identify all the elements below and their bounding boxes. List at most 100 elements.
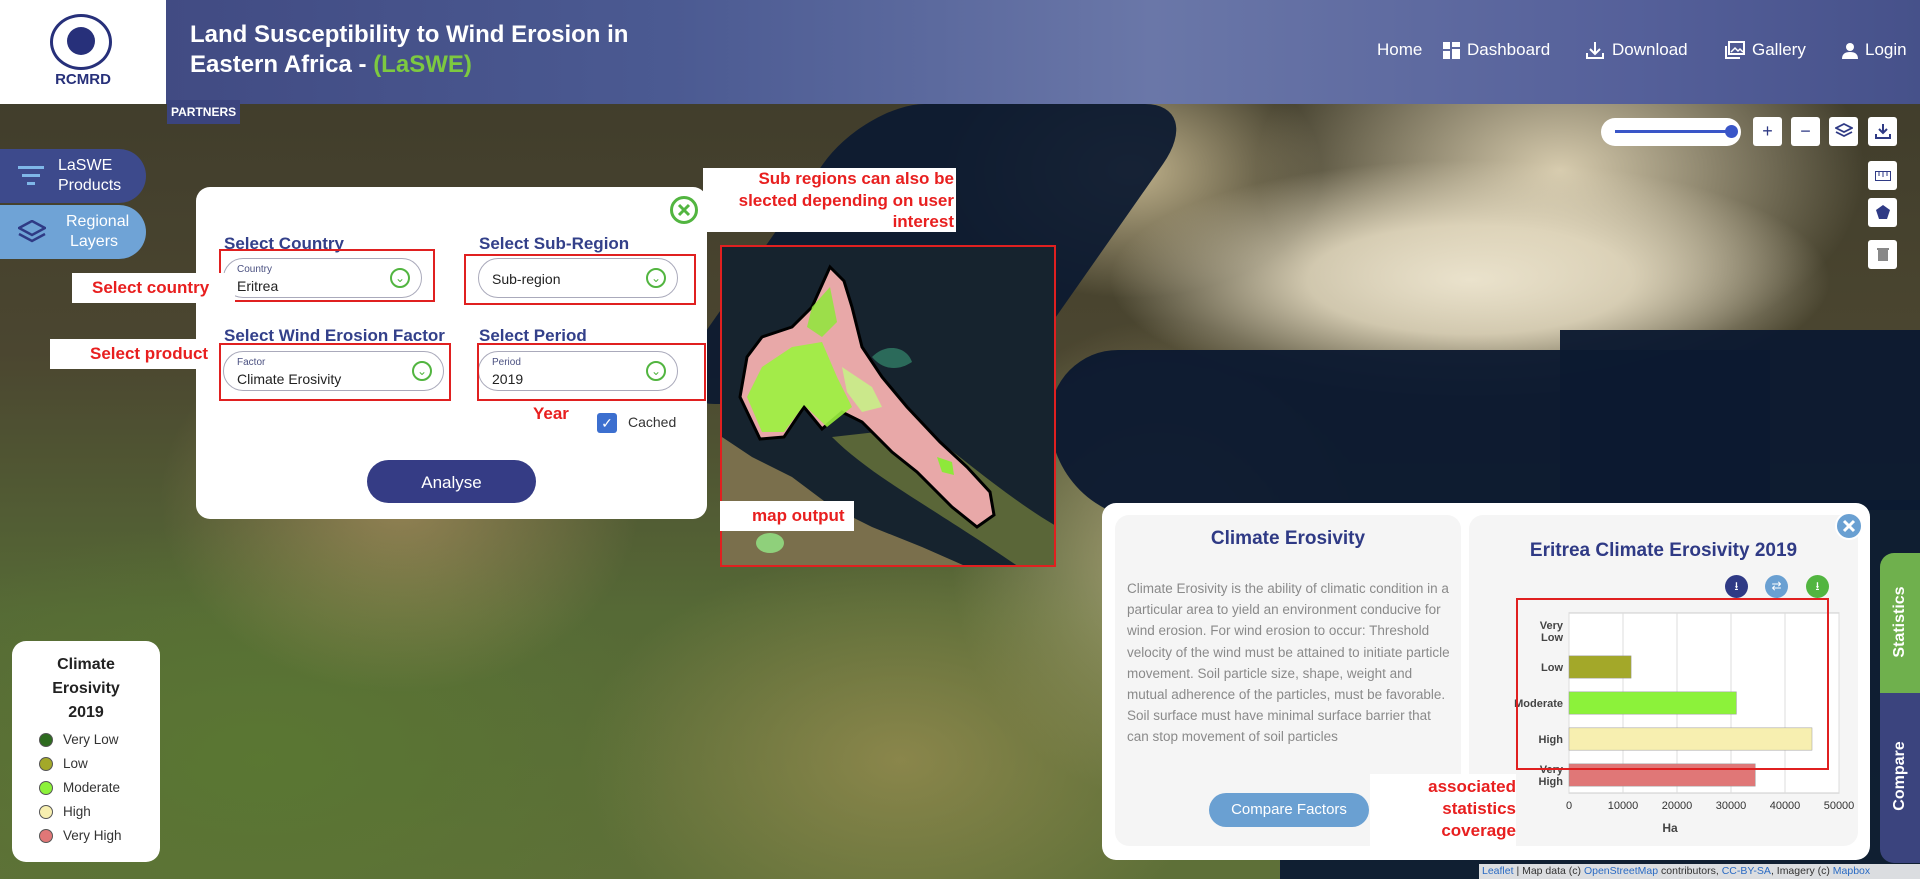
nav-dashboard-label: Dashboard: [1467, 40, 1551, 59]
legend-swatch: [39, 781, 53, 795]
attrib-text-1: | Map data (c): [1513, 865, 1584, 877]
x-tick-label: 20000: [1662, 800, 1693, 812]
subregion-note-line-3: interest: [892, 212, 954, 231]
download-icon: [1586, 41, 1604, 59]
draw-polygon-button[interactable]: [1868, 198, 1897, 227]
stats-note-line-3: coverage: [1441, 821, 1516, 840]
nav-gallery[interactable]: Gallery: [1725, 40, 1806, 60]
subregion-note-line-1: Sub regions can also be: [758, 169, 954, 188]
subregion-note-line-2: slected depending on user: [738, 190, 954, 210]
leaflet-link[interactable]: Leaflet: [1482, 865, 1514, 877]
zoom-in-button[interactable]: +: [1753, 117, 1782, 146]
annotation-year: Year: [533, 404, 569, 423]
download-icon: ⭳: [1734, 579, 1739, 593]
annotation-box-country: [219, 249, 435, 302]
minus-icon: −: [1800, 121, 1811, 141]
attrib-text-2: contributors,: [1658, 865, 1722, 877]
layers-control-button[interactable]: [1829, 117, 1858, 146]
nav-login[interactable]: Login: [1842, 40, 1907, 60]
legend-label: High: [63, 804, 91, 819]
laswe-products-label: LaSWE Products: [58, 156, 121, 196]
annotation-select-product: Select product: [50, 339, 216, 369]
x-tick-label: 10000: [1608, 800, 1639, 812]
title-accent: (LaSWE): [373, 51, 472, 78]
nav-home-label: Home: [1377, 40, 1423, 59]
nav-gallery-label: Gallery: [1752, 40, 1806, 59]
annotation-box-period: [477, 343, 706, 401]
regional-line-2: Layers: [70, 233, 119, 250]
nav-login-label: Login: [1865, 40, 1907, 59]
chart-download-button[interactable]: ⭳: [1725, 575, 1748, 598]
attrib-text-3: , Imagery (c): [1770, 865, 1833, 877]
annotation-select-country: Select country: [72, 273, 235, 303]
regional-line-1: Regional: [66, 213, 130, 230]
compare-factors-button[interactable]: Compare Factors: [1209, 793, 1369, 827]
delete-drawing-button[interactable]: [1868, 240, 1897, 269]
annotation-box-subregion: [464, 254, 696, 305]
measure-ruler-button[interactable]: [1868, 161, 1897, 190]
osm-link[interactable]: OpenStreetMap: [1584, 865, 1658, 877]
x-tick-label: 40000: [1770, 800, 1801, 812]
stats-note-line-2: statistics: [1442, 799, 1516, 818]
close-icon: [677, 203, 691, 217]
gallery-icon: [1725, 41, 1745, 59]
logo[interactable]: RCMRD: [0, 0, 166, 104]
slider-knob[interactable]: [1725, 125, 1738, 138]
title-prefix: Eastern Africa -: [190, 51, 374, 78]
x-axis-label: Ha: [1662, 821, 1678, 835]
user-icon: [1842, 42, 1858, 59]
check-icon: ✓: [601, 415, 613, 431]
close-icon: [1842, 519, 1856, 533]
nav-dashboard[interactable]: Dashboard: [1443, 40, 1550, 60]
legend-label: Very High: [63, 828, 122, 843]
legend-swatch: [39, 805, 53, 819]
opacity-slider[interactable]: [1601, 118, 1741, 146]
chart-swap-button[interactable]: ⇄: [1765, 575, 1788, 598]
legend-swatch: [39, 757, 53, 771]
legend-label: Very Low: [63, 732, 119, 747]
map-download-button[interactable]: [1868, 117, 1897, 146]
tab-compare-label: Compare: [1891, 741, 1908, 811]
layers-icon: [1833, 122, 1854, 138]
nav-home[interactable]: Home: [1377, 40, 1422, 60]
panel-close-button[interactable]: [670, 196, 698, 224]
grid-icon: [1443, 41, 1460, 59]
legend-swatch: [39, 733, 53, 747]
annotation-subregion-note: Sub regions can also be slected dependin…: [703, 168, 956, 232]
title-line-2: Eastern Africa - (LaSWE): [190, 50, 628, 80]
partners-tab[interactable]: PARTNERS: [167, 100, 241, 124]
nav-download[interactable]: Download: [1585, 40, 1688, 60]
trash-icon: [1876, 248, 1889, 261]
factor-description: Climate Erosivity is the ability of clim…: [1127, 581, 1450, 745]
cached-checkbox[interactable]: ✓: [597, 413, 617, 433]
swap-icon: ⇄: [1771, 579, 1782, 593]
license-link[interactable]: CC-BY-SA: [1722, 865, 1771, 877]
annotation-box-factor: [219, 343, 451, 401]
legend-label: Low: [63, 756, 88, 771]
map-attribution: Leaflet | Map data (c) OpenStreetMap con…: [1479, 864, 1920, 879]
y-tick-label: High: [1539, 776, 1564, 788]
polygon-icon: [1875, 205, 1890, 219]
analyse-button[interactable]: Analyse: [367, 460, 536, 503]
tab-compare[interactable]: Compare: [1880, 693, 1920, 863]
factor-title: Climate Erosivity: [1210, 528, 1366, 549]
ruler-icon: [1874, 171, 1891, 181]
tab-statistics-label: Statistics: [1891, 586, 1908, 658]
x-tick-label: 30000: [1716, 800, 1747, 812]
title-line-1: Land Susceptibility to Wind Erosion in: [190, 21, 629, 48]
regional-layers-button[interactable]: Regional Layers: [0, 205, 146, 259]
download-icon: [1874, 124, 1891, 139]
rcmrd-emblem-icon: [50, 14, 112, 70]
stats-close-button[interactable]: [1835, 512, 1863, 540]
chart-export-button[interactable]: ⭳: [1806, 575, 1829, 598]
annotation-map-output: map output: [720, 501, 854, 531]
laswe-products-button[interactable]: LaSWE Products: [0, 149, 146, 203]
layers-icon: [18, 220, 46, 243]
app-title: Land Susceptibility to Wind Erosion in E…: [190, 20, 628, 80]
zoom-out-button[interactable]: −: [1791, 117, 1820, 146]
map-legend: Climate Erosivity 2019 Very Low Low Mode…: [12, 641, 160, 862]
mapbox-link[interactable]: Mapbox: [1833, 865, 1870, 877]
products-line-1: LaSWE: [58, 157, 113, 174]
tab-statistics[interactable]: Statistics: [1880, 553, 1920, 693]
legend-title-line-2: Erosivity: [52, 680, 120, 697]
